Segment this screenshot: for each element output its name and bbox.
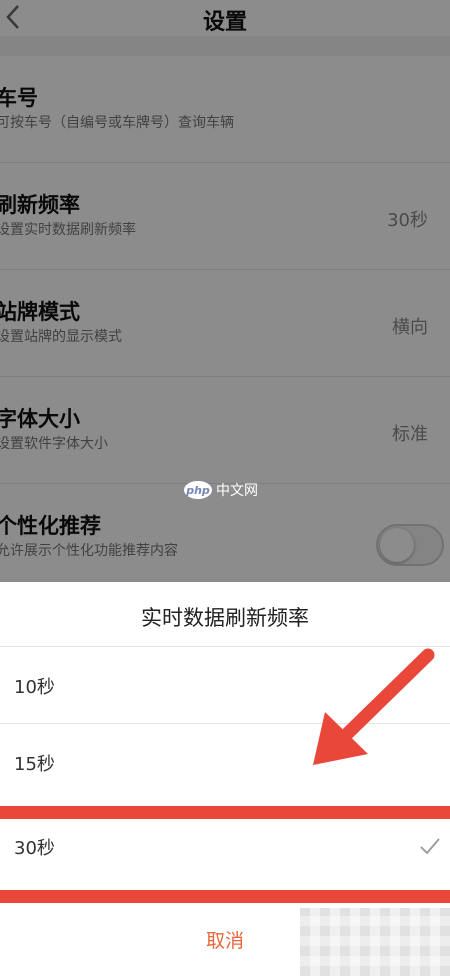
option-30s[interactable]: 30秒 — [0, 808, 450, 884]
watermark-text: 中文网 — [216, 483, 258, 499]
mosaic-watermark — [300, 908, 450, 976]
option-15s[interactable]: 15秒 — [0, 723, 450, 800]
option-10s[interactable]: 10秒 — [0, 646, 450, 723]
option-label: 15秒 — [14, 754, 55, 775]
screen: 设置 车号 可按车号（自编号或车牌号）查询车辆 刷新频率 设置实时数据刷新频率 … — [0, 0, 450, 976]
check-icon — [420, 838, 440, 855]
watermark-logo: php — [184, 481, 212, 499]
highlight-bar-top — [0, 806, 450, 819]
watermark: php 中文网 — [184, 478, 258, 502]
refresh-rate-sheet: 实时数据刷新频率 10秒 15秒 30秒 取消 — [0, 582, 450, 976]
option-label: 30秒 — [14, 838, 55, 859]
option-label: 10秒 — [14, 677, 55, 698]
sheet-title: 实时数据刷新频率 — [141, 606, 309, 630]
